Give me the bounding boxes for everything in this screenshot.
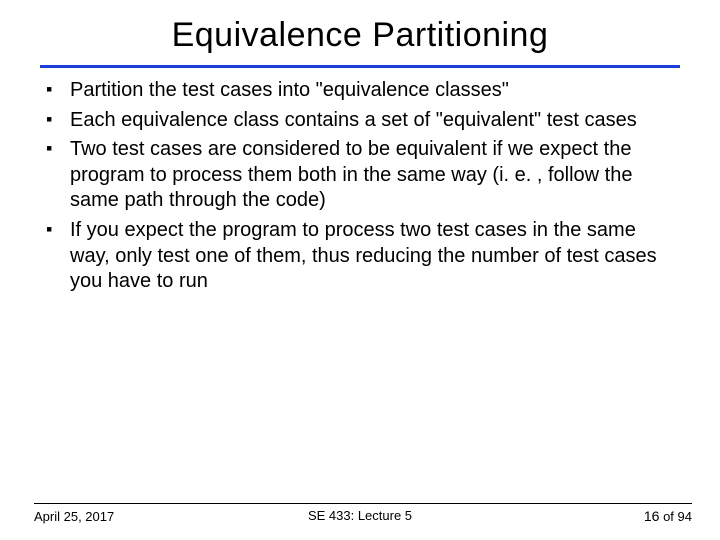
footer-course: SE 433: Lecture 5 bbox=[0, 508, 720, 523]
slide-title: Equivalence Partitioning bbox=[40, 10, 680, 65]
list-item: Two test cases are considered to be equi… bbox=[40, 137, 680, 214]
title-divider bbox=[40, 65, 680, 68]
slide-footer: April 25, 2017 SE 433: Lecture 5 16 of 9… bbox=[0, 503, 720, 524]
list-item: Each equivalence class contains a set of… bbox=[40, 108, 680, 134]
slide-body: Partition the test cases into "equivalen… bbox=[40, 78, 680, 295]
slide: Equivalence Partitioning Partition the t… bbox=[0, 0, 720, 540]
footer-divider bbox=[34, 503, 692, 504]
list-item: If you expect the program to process two… bbox=[40, 218, 680, 295]
list-item: Partition the test cases into "equivalen… bbox=[40, 78, 680, 104]
bullet-list: Partition the test cases into "equivalen… bbox=[40, 78, 680, 295]
footer-row: April 25, 2017 SE 433: Lecture 5 16 of 9… bbox=[34, 508, 692, 524]
